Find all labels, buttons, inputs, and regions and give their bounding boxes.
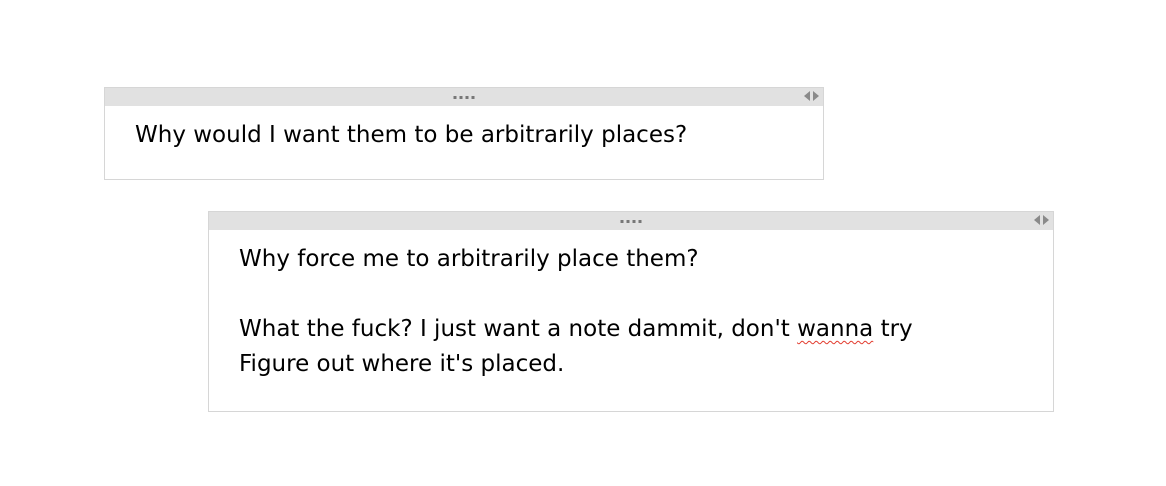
note-line: Figure out where it's placed. bbox=[239, 351, 565, 377]
grip-dot bbox=[471, 96, 475, 99]
resize-arrows-icon[interactable] bbox=[1034, 215, 1049, 225]
note-header[interactable] bbox=[209, 212, 1053, 230]
text-segment: What the fuck? I just want a note dammit… bbox=[239, 316, 798, 342]
sticky-note-2[interactable]: Why force me to arbitrarily place them? … bbox=[208, 211, 1054, 412]
sticky-note-1[interactable]: Why would I want them to be arbitrarily … bbox=[104, 87, 824, 180]
note-line: Why force me to arbitrarily place them? bbox=[239, 246, 699, 272]
grip-dot bbox=[626, 220, 630, 223]
grip-dot bbox=[620, 220, 624, 223]
note-header[interactable] bbox=[105, 88, 823, 106]
arrow-left-icon bbox=[804, 91, 810, 101]
arrow-right-icon bbox=[1043, 215, 1049, 225]
note-line: Why would I want them to be arbitrarily … bbox=[135, 122, 688, 148]
grip-dot bbox=[632, 220, 636, 223]
note-line: What the fuck? I just want a note dammit… bbox=[239, 312, 1023, 347]
note-text-area[interactable]: Why force me to arbitrarily place them? … bbox=[209, 230, 1053, 382]
arrow-left-icon bbox=[1034, 215, 1040, 225]
arrow-right-icon bbox=[813, 91, 819, 101]
note-text-area[interactable]: Why would I want them to be arbitrarily … bbox=[105, 106, 823, 153]
grip-dot bbox=[459, 96, 463, 99]
grip-dot bbox=[638, 220, 642, 223]
misspelled-word[interactable]: wanna bbox=[797, 316, 873, 342]
text-segment: try bbox=[873, 316, 913, 342]
resize-arrows-icon[interactable] bbox=[804, 91, 819, 101]
grip-dot bbox=[465, 96, 469, 99]
drag-handle-icon[interactable] bbox=[620, 220, 642, 223]
drag-handle-icon[interactable] bbox=[453, 96, 475, 99]
grip-dot bbox=[453, 96, 457, 99]
